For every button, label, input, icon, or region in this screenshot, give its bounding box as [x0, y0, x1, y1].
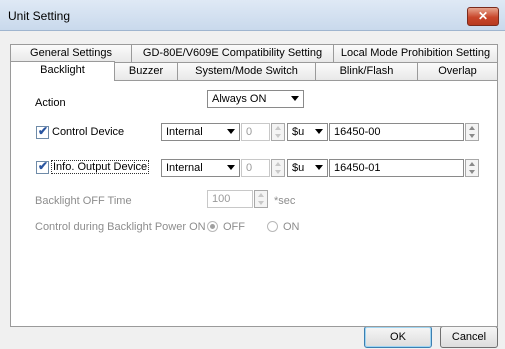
window-title: Unit Setting: [8, 9, 71, 23]
backlight-off-time-input: 100: [207, 190, 253, 208]
tab-gd80e-compatibility[interactable]: GD-80E/V609E Compatibility Setting: [131, 44, 334, 62]
chevron-down-icon: [227, 165, 235, 170]
info-output-device-prefix-select[interactable]: $u: [287, 159, 328, 177]
info-output-device-address-value: 16450-01: [334, 162, 381, 174]
chevron-down-icon: [315, 165, 323, 170]
info-output-device-checkbox[interactable]: ✔: [36, 159, 49, 174]
control-device-prefix-value: $u: [292, 126, 305, 138]
info-output-device-address-input[interactable]: 16450-01: [329, 159, 464, 177]
info-output-device-label: Info. Output Device: [51, 160, 150, 174]
backlight-panel: Action Always ON ✔ Control Device Intern…: [10, 80, 498, 327]
info-output-device-type-value: Internal: [166, 162, 203, 174]
info-output-device-index-value: 0: [246, 162, 253, 174]
control-device-type-value: Internal: [166, 126, 203, 138]
backlight-off-time-value: 100: [212, 193, 231, 205]
cancel-button[interactable]: Cancel: [440, 326, 498, 348]
control-device-address-value: 16450-00: [334, 126, 381, 138]
tab-blink-flash[interactable]: Blink/Flash: [315, 62, 418, 80]
control-device-index-field: 0: [241, 123, 270, 141]
control-device-prefix-select[interactable]: $u: [287, 123, 328, 141]
check-icon: ✔: [38, 159, 49, 173]
action-select[interactable]: Always ON: [207, 90, 304, 108]
info-output-device-type-select[interactable]: Internal: [161, 159, 240, 177]
power-on-off-radio: [207, 221, 218, 232]
backlight-off-time-unit: *sec: [274, 195, 296, 207]
info-output-device-index-field: 0: [241, 159, 270, 177]
tab-backlight[interactable]: Backlight: [10, 61, 115, 81]
power-on-control-label: Control during Backlight Power ON: [35, 221, 206, 233]
ok-button[interactable]: OK: [364, 326, 432, 348]
action-select-value: Always ON: [212, 93, 267, 105]
info-output-device-prefix-value: $u: [292, 162, 305, 174]
backlight-off-time-spinner: [254, 190, 268, 208]
control-device-index-spinner: [271, 123, 285, 141]
tab-general-settings[interactable]: General Settings: [10, 44, 132, 62]
unit-setting-dialog: Unit Setting ✕ General Settings GD-80E/V…: [0, 0, 505, 349]
dialog-client-area: General Settings GD-80E/V609E Compatibil…: [0, 31, 505, 349]
control-device-address-spinner[interactable]: [465, 123, 479, 141]
control-device-type-select[interactable]: Internal: [161, 123, 240, 141]
title-bar: Unit Setting ✕: [0, 0, 505, 31]
tab-system-mode-switch[interactable]: System/Mode Switch: [177, 62, 316, 80]
info-output-device-index-spinner: [271, 159, 285, 177]
chevron-down-icon: [227, 129, 235, 134]
check-icon: ✔: [38, 124, 49, 138]
power-on-on-label: ON: [283, 221, 300, 233]
control-device-checkbox[interactable]: ✔: [36, 124, 49, 139]
tab-buzzer[interactable]: Buzzer: [114, 62, 178, 80]
power-on-on-radio: [267, 221, 278, 232]
power-on-off-label: OFF: [223, 221, 245, 233]
tab-overlap[interactable]: Overlap: [417, 62, 498, 80]
chevron-down-icon: [291, 96, 299, 101]
control-device-address-input[interactable]: 16450-00: [329, 123, 464, 141]
chevron-down-icon: [315, 129, 323, 134]
info-output-device-address-spinner[interactable]: [465, 159, 479, 177]
control-device-label: Control Device: [52, 126, 125, 138]
close-icon: ✕: [477, 9, 489, 23]
close-button[interactable]: ✕: [467, 7, 499, 26]
backlight-off-time-label: Backlight OFF Time: [35, 195, 132, 207]
tab-local-mode-prohibition[interactable]: Local Mode Prohibition Setting: [333, 44, 498, 62]
action-label: Action: [35, 97, 66, 109]
control-device-index-value: 0: [246, 126, 253, 138]
